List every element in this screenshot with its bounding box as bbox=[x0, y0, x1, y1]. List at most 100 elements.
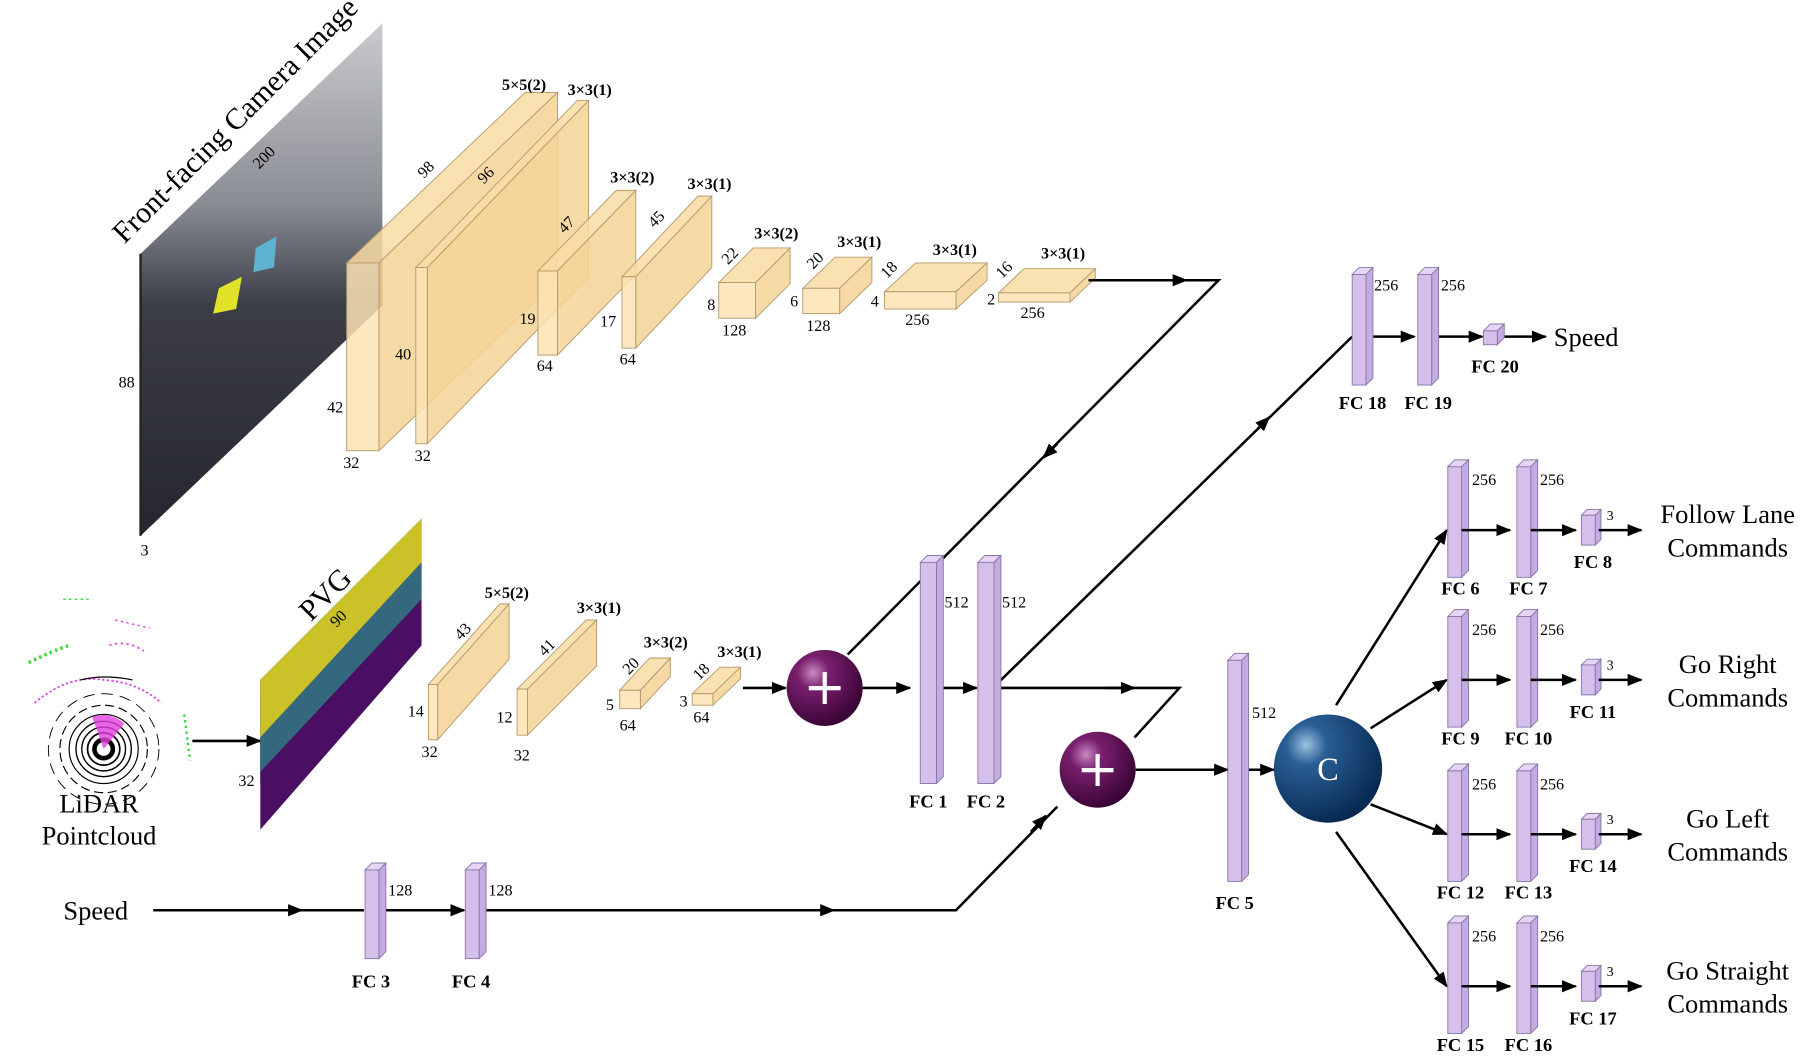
branch-4-fc-a-block-side bbox=[1461, 914, 1469, 1035]
branch-1-fc-c-block-front bbox=[1580, 514, 1596, 546]
camera-conv-4-width: 45 bbox=[645, 208, 668, 231]
lidar-conv-2-channels: 32 bbox=[514, 748, 530, 765]
fc1-block bbox=[919, 554, 945, 785]
add-node-1: + bbox=[786, 649, 863, 726]
fc20-label: FC 20 bbox=[1471, 356, 1519, 376]
fc1-block-side bbox=[935, 554, 944, 785]
branch-2-fc-a-block bbox=[1446, 608, 1470, 729]
branch-2-title-line2: Commands bbox=[1667, 682, 1788, 712]
fc4-block-front bbox=[464, 869, 480, 960]
fc2-label: FC 2 bbox=[967, 792, 1005, 812]
branch-2-units-c: 3 bbox=[1607, 658, 1614, 673]
branch-3-fc-c-block bbox=[1580, 812, 1603, 851]
branch-3-title-line2: Commands bbox=[1667, 837, 1788, 867]
fc19-block bbox=[1416, 266, 1440, 387]
branch-2-fc-b-label: FC 10 bbox=[1505, 728, 1553, 748]
camera-conv-3-kernel: 3×3(2) bbox=[610, 169, 654, 186]
lidar-title-line2: Pointcloud bbox=[42, 821, 157, 851]
camera-conv-6-height: 6 bbox=[790, 294, 798, 311]
wire-fc4-to-add2 bbox=[481, 805, 1059, 912]
fc4-block-side bbox=[478, 861, 487, 960]
concat-node: C bbox=[1273, 714, 1383, 823]
camera-conv-block-1-front bbox=[346, 262, 380, 452]
branch-1-fc-a-block-side bbox=[1461, 458, 1469, 579]
lidar-conv-block-4-front bbox=[691, 693, 714, 706]
branch-1-fc-a-label: FC 6 bbox=[1441, 579, 1479, 599]
fc5-label: FC 5 bbox=[1216, 893, 1254, 913]
lidar-conv-1-channels: 32 bbox=[422, 744, 438, 761]
branch-1-fc-c-block-side bbox=[1594, 508, 1602, 547]
camera-conv-1-width: 98 bbox=[415, 158, 438, 181]
branch-4-fc-a-block-front bbox=[1447, 922, 1463, 1034]
branch-2-fc-c-label: FC 11 bbox=[1570, 702, 1617, 722]
branch-2-fc-b-block bbox=[1515, 608, 1539, 729]
lidar-conv-block-3-front bbox=[619, 689, 641, 710]
branch-3-fc-c-block-front bbox=[1580, 818, 1596, 850]
camera-conv-block-6-front bbox=[802, 287, 841, 315]
branch-1-units-a: 256 bbox=[1472, 472, 1496, 489]
fc2-block-side bbox=[993, 554, 1002, 785]
branch-3-fc-a-block bbox=[1446, 762, 1470, 883]
camera-conv-5-height: 8 bbox=[707, 297, 715, 314]
fc18-units: 256 bbox=[1374, 278, 1398, 295]
branch-3-fc-b-block bbox=[1515, 762, 1539, 883]
branch-1-fc-b-label: FC 7 bbox=[1509, 579, 1547, 599]
fc18-label: FC 18 bbox=[1339, 393, 1387, 413]
fc1-block-front bbox=[919, 561, 937, 785]
branch-2-fc-a-block-side bbox=[1461, 608, 1469, 729]
lidar-points bbox=[28, 643, 70, 665]
camera-conv-8-channels: 256 bbox=[1020, 305, 1044, 322]
camera-conv-7-channels: 256 bbox=[905, 312, 929, 329]
branch-4-title-line1: Go Straight bbox=[1666, 955, 1789, 985]
camera-conv-2-height: 40 bbox=[395, 347, 411, 364]
camera-conv-8-kernel: 3×3(1) bbox=[1041, 245, 1085, 262]
lidar-conv-block-1-front bbox=[428, 684, 439, 741]
fc3-label: FC 3 bbox=[352, 971, 390, 991]
branch-2-fc-c-block bbox=[1580, 658, 1603, 696]
arrow-fc2-up bbox=[1255, 416, 1271, 432]
arrow-concat-to-fc15 bbox=[1335, 831, 1448, 988]
camera-conv-block-7-front bbox=[884, 291, 957, 310]
fc1-label: FC 1 bbox=[909, 792, 947, 812]
fc2-block-front bbox=[977, 561, 995, 785]
branch-1-fc-c-block bbox=[1580, 508, 1603, 547]
branch-4-fc-c-block-side bbox=[1594, 964, 1602, 1003]
branch-1-fc-a-block-front bbox=[1447, 466, 1463, 578]
fc4-units: 128 bbox=[488, 882, 512, 899]
branch-1-fc-b-block-side bbox=[1530, 458, 1539, 579]
branch-1-units-b: 256 bbox=[1540, 472, 1564, 489]
fc2-block bbox=[976, 554, 1003, 785]
lidar-conv-1-kernel: 5×5(2) bbox=[485, 585, 529, 602]
branch-2-fc-b-block-front bbox=[1516, 616, 1532, 728]
add-node-2: + bbox=[1059, 731, 1136, 808]
fc3-block-front bbox=[364, 869, 380, 960]
camera-conv-6-channels: 128 bbox=[806, 318, 830, 335]
camera-conv-block-8 bbox=[997, 267, 1097, 304]
branch-2-fc-b-block-side bbox=[1530, 608, 1539, 729]
branch-3-fc-a-label: FC 12 bbox=[1437, 883, 1485, 903]
fc2-units: 512 bbox=[1002, 594, 1026, 611]
camera-conv-4-kernel: 3×3(1) bbox=[687, 176, 731, 193]
camera-conv-block-3-front bbox=[537, 270, 558, 356]
arrow-concat-to-fc12 bbox=[1370, 803, 1449, 836]
branch-3-fc-b-label: FC 13 bbox=[1505, 883, 1553, 903]
wire-camera-to-add1 bbox=[846, 278, 1222, 656]
arrow-into-add2 bbox=[1029, 814, 1047, 833]
branch-3-fc-c-block-side bbox=[1594, 812, 1602, 851]
branch-3-units-a: 256 bbox=[1472, 776, 1496, 793]
branch-4-units-c: 3 bbox=[1607, 964, 1614, 979]
fc5-block-side bbox=[1241, 652, 1249, 883]
fc19-block-side bbox=[1431, 266, 1440, 387]
camera-conv-4-height: 17 bbox=[600, 313, 616, 330]
fc20-block bbox=[1482, 322, 1506, 346]
branch-4-fc-b-block-front bbox=[1516, 922, 1532, 1034]
camera-conv-3-height: 19 bbox=[519, 311, 535, 328]
branch-3-fc-a-block-front bbox=[1447, 770, 1463, 882]
branch-1-fc-b-block bbox=[1515, 458, 1539, 579]
lidar-conv-1-height: 14 bbox=[408, 704, 424, 721]
branch-4-fc-a-label: FC 15 bbox=[1437, 1035, 1485, 1055]
camera-height-label: 88 bbox=[119, 374, 135, 391]
branch-2-title-line1: Go Right bbox=[1679, 649, 1777, 679]
branch-1-fc-b-block-front bbox=[1516, 466, 1532, 578]
lidar-conv-4-height: 3 bbox=[680, 693, 688, 710]
